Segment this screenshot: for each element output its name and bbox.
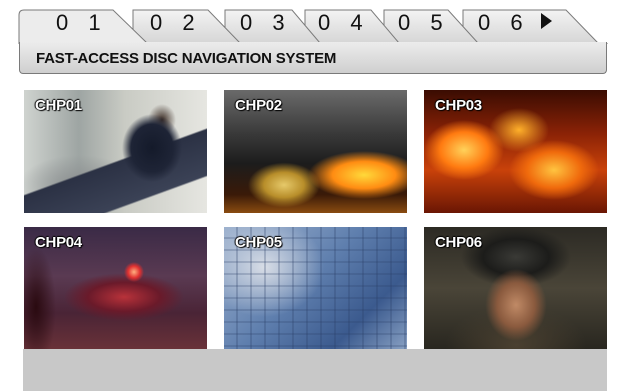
chapter-tile-03[interactable]: CHP03	[424, 90, 607, 213]
chapter-label: CHP01	[35, 97, 82, 114]
chapter-label: CHP03	[435, 97, 482, 114]
chapter-label: CHP05	[235, 234, 282, 251]
chapter-tile-01[interactable]: CHP01	[24, 90, 207, 213]
header-bar: FAST-ACCESS DISC NAVIGATION SYSTEM	[19, 42, 607, 74]
tab-02[interactable]: 0 2	[150, 10, 202, 36]
chapter-tile-05[interactable]: CHP05	[224, 227, 407, 350]
tab-03[interactable]: 0 3	[240, 10, 292, 36]
tab-06[interactable]: 0 6	[478, 10, 552, 36]
chapter-tile-04[interactable]: CHP04	[24, 227, 207, 350]
chapter-label: CHP06	[435, 234, 482, 251]
tab-04[interactable]: 0 4	[318, 10, 370, 36]
play-icon	[540, 13, 552, 29]
footer-bar	[23, 349, 607, 391]
chapter-tile-02[interactable]: CHP02	[224, 90, 407, 213]
chapter-tile-06[interactable]: CHP06	[424, 227, 607, 350]
chapter-label: CHP02	[235, 97, 282, 114]
page-title: FAST-ACCESS DISC NAVIGATION SYSTEM	[36, 50, 337, 67]
tab-01[interactable]: 0 1	[56, 10, 108, 36]
tab-05[interactable]: 0 5	[398, 10, 450, 36]
chapter-tab-strip: 0 1 0 2 0 3 0 4 0 5 0 6	[0, 0, 622, 44]
chapter-label: CHP04	[35, 234, 82, 251]
tab-06-label: 0 6	[478, 10, 530, 35]
